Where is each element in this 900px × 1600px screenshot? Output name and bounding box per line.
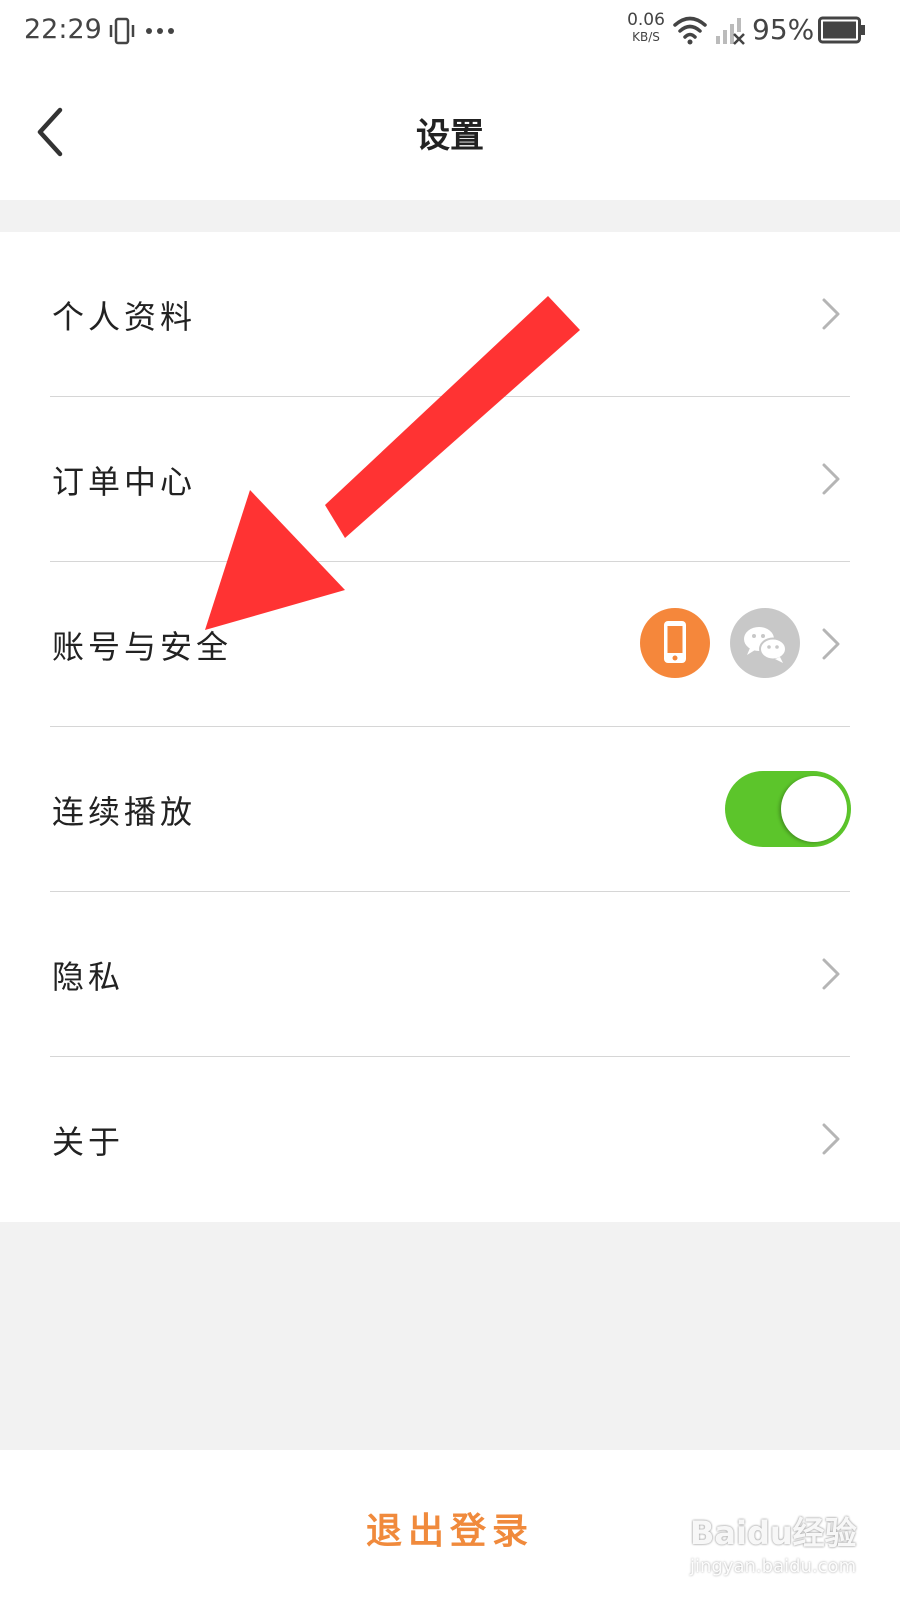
phone-icon bbox=[640, 608, 710, 678]
network-speed: 0.06 KB/S bbox=[624, 10, 668, 44]
wechat-icon bbox=[730, 608, 800, 678]
settings-item-about[interactable]: 关于 bbox=[0, 1057, 900, 1222]
settings-item-label: 个人资料 bbox=[52, 298, 197, 336]
watermark-brand: Baidu经验 bbox=[690, 1514, 857, 1552]
network-speed-value: 0.06 bbox=[627, 10, 665, 30]
page-title: 设置 bbox=[416, 116, 484, 156]
settings-item-label: 隐私 bbox=[52, 958, 125, 996]
settings-item-profile[interactable]: 个人资料 bbox=[0, 232, 900, 397]
wifi-icon bbox=[673, 16, 707, 45]
chevron-right-icon bbox=[822, 463, 840, 495]
vibrate-icon bbox=[109, 17, 135, 45]
autoplay-toggle[interactable] bbox=[725, 771, 851, 847]
settings-list: 个人资料 订单中心 账号与安全 连续播放 隐私 关于 bbox=[0, 232, 900, 1222]
chevron-right-icon bbox=[822, 298, 840, 330]
settings-item-autoplay: 连续播放 bbox=[0, 727, 900, 892]
settings-item-account-security[interactable]: 账号与安全 bbox=[0, 562, 900, 727]
settings-item-label: 订单中心 bbox=[52, 463, 197, 501]
battery-icon bbox=[818, 16, 865, 44]
chevron-right-icon bbox=[822, 1123, 840, 1155]
settings-item-label: 账号与安全 bbox=[52, 628, 233, 666]
title-bar: 设置 bbox=[0, 64, 900, 200]
signal-icon bbox=[716, 18, 745, 45]
chevron-right-icon bbox=[822, 628, 840, 660]
watermark: Baidu经验 jingyan.baidu.com bbox=[690, 1508, 890, 1588]
section-gap bbox=[0, 200, 900, 232]
toggle-knob bbox=[781, 776, 847, 842]
settings-item-label: 连续播放 bbox=[52, 793, 197, 831]
chevron-right-icon bbox=[822, 958, 840, 990]
network-speed-unit: KB/S bbox=[632, 30, 660, 44]
empty-area bbox=[0, 1222, 900, 1450]
battery-percentage: 95% bbox=[752, 13, 815, 46]
status-time: 22:29 bbox=[24, 14, 102, 45]
status-bar: 22:29 0.06 KB/S 95% bbox=[0, 0, 900, 64]
watermark-site: jingyan.baidu.com bbox=[690, 1556, 857, 1577]
settings-item-label: 关于 bbox=[52, 1123, 125, 1161]
more-icon bbox=[146, 28, 174, 34]
settings-item-orders[interactable]: 订单中心 bbox=[0, 397, 900, 562]
settings-item-privacy[interactable]: 隐私 bbox=[0, 892, 900, 1057]
